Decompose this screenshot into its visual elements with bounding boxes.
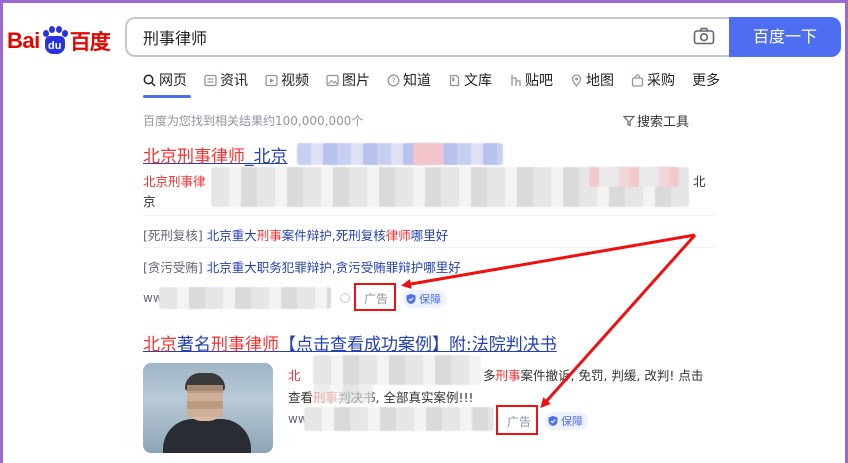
title-part-1: 北京 (143, 335, 177, 355)
title-part-3: 刑事律师 (211, 335, 279, 355)
tab-label: 文库 (464, 73, 492, 89)
shield-check-icon (548, 416, 558, 426)
sublink-text-1: 北京重大 (206, 228, 257, 243)
image-icon (326, 74, 339, 86)
result-2-snippet-line-1: 多刑事案件撤诉, 免罚, 判缓, 改判! 点击 (483, 365, 703, 384)
search-button[interactable]: 百度一下 (729, 17, 841, 57)
sublink-tag: [贪污受贿] (143, 260, 203, 275)
paw-icon: du (41, 26, 69, 56)
tab-web[interactable]: 网页 (143, 69, 187, 91)
result-1-guarantee-badge[interactable]: 保障 (403, 290, 446, 308)
question-icon: ? (387, 74, 400, 86)
blurred-title-area (297, 143, 503, 165)
sublink-text-2: 案件辩护,死刑复核 (281, 228, 386, 243)
blurred-title-area-pink (413, 143, 443, 165)
divider (143, 215, 715, 216)
title-part-4: 【点击查看成功案例】附:法院判决书 (279, 335, 557, 355)
guarantee-label: 保障 (561, 415, 583, 428)
sublink-highlight-1: 刑事 (256, 228, 282, 243)
doc-icon (449, 74, 460, 86)
title-highlight: 北京刑事律师 (143, 147, 245, 167)
tab-label: 资讯 (220, 73, 248, 89)
logo-text-cn: 百度 (69, 30, 111, 54)
tab-images[interactable]: 图片 (326, 69, 370, 91)
shopping-icon (631, 73, 644, 87)
search-input[interactable] (127, 19, 667, 55)
result-2-title-link[interactable]: 北京著名刑事律师【点击查看成功案例】附:法院判决书 (143, 330, 557, 355)
snippet-text: 查看 (288, 390, 314, 405)
result-2-snippet-start: 北 (288, 368, 301, 383)
snippet-text: 案件撤诉, 免罚, 判缓, 改判! 点击 (520, 368, 704, 383)
search-icon (143, 74, 156, 87)
settings-dot-icon[interactable] (340, 293, 350, 303)
tab-label: 地图 (586, 73, 614, 89)
search-tools-label: 搜索工具 (637, 115, 690, 130)
result-1-snippet-start: 北京刑事律 (143, 174, 206, 189)
result-1-snippet2-start: 京 (143, 194, 156, 209)
tab-wenku[interactable]: 文库 (448, 69, 492, 91)
blurred-snippet-area-2 (589, 167, 679, 187)
video-icon (265, 74, 278, 86)
sublink-text: 北京重大职务犯罪辩护,贪污受贿罪辩护哪里好 (206, 260, 461, 275)
thumbnail-person-body (163, 419, 251, 453)
sublink-corruption[interactable]: [贪污受贿] 北京重大职务犯罪辩护,贪污受贿罪辩护哪里好 (143, 257, 461, 276)
logo-text-du: du (44, 36, 65, 54)
annotation-box-2 (496, 405, 538, 435)
filter-icon (623, 115, 635, 126)
tab-zhidao[interactable]: ? 知道 (387, 69, 431, 91)
tab-label: 贴吧 (525, 73, 553, 89)
tab-label: 更多 (692, 73, 720, 89)
tab-label: 视频 (281, 73, 309, 89)
annotation-box-1 (354, 283, 396, 311)
tab-video[interactable]: 视频 (265, 69, 309, 91)
search-tools-button[interactable]: 搜索工具 (623, 111, 689, 130)
snippet-text: 多 (483, 368, 496, 383)
active-tab-indicator (143, 95, 191, 98)
tab-label: 网页 (159, 73, 187, 89)
tab-label: 知道 (403, 73, 431, 89)
baidu-logo[interactable]: Bai du 百度 (7, 23, 111, 59)
tab-label: 采购 (647, 73, 675, 89)
sublink-text-3: 哪里好 (410, 228, 449, 243)
blurred-url-area (159, 287, 331, 309)
thumbnail-face-mosaic (187, 385, 223, 417)
result-1-title-link[interactable]: 北京刑事律师_北京 (143, 142, 288, 167)
camera-icon[interactable] (693, 27, 715, 45)
title-part-2: 著名 (177, 335, 211, 355)
result-2-guarantee-badge[interactable]: 保障 (545, 412, 588, 430)
tab-map[interactable]: 地图 (570, 69, 614, 91)
tab-news[interactable]: 资讯 (204, 69, 248, 91)
divider (143, 247, 715, 248)
blurred-url-area-r2 (304, 407, 494, 431)
blurred-snippet-line-2 (313, 385, 373, 403)
tieba-icon (511, 74, 521, 86)
tab-label: 图片 (342, 73, 370, 89)
logo-text-bai: Bai (7, 28, 40, 53)
search-tabs: 网页 资讯 视频 图片 ? 知道 文库 贴吧 地图 采购 更多 (143, 69, 737, 91)
shield-check-icon (406, 294, 416, 304)
result-count: 百度为您找到相关结果约100,000,000个 (143, 114, 364, 128)
result-1-snippet-tail: 北 (693, 174, 706, 189)
sublink-death-penalty[interactable]: [死刑复核] 北京重大刑事案件辩护,死刑复核律师哪里好 (143, 225, 448, 244)
tab-tieba[interactable]: 贴吧 (509, 69, 553, 91)
map-pin-icon (571, 73, 582, 87)
svg-text:?: ? (391, 76, 395, 85)
sublink-highlight-2: 律师 (385, 228, 411, 243)
snippet-highlight: 刑事 (495, 368, 521, 383)
blurred-snippet-area-r2 (313, 355, 481, 385)
tab-more[interactable]: 更多 (692, 69, 720, 91)
title-rest: _北京 (245, 147, 288, 167)
news-icon (204, 74, 217, 86)
sublink-tag: [死刑复核] (143, 228, 203, 243)
search-box (125, 17, 729, 57)
guarantee-label: 保障 (419, 293, 441, 306)
tab-shopping[interactable]: 采购 (631, 69, 675, 91)
result-2-thumbnail[interactable] (143, 363, 273, 453)
